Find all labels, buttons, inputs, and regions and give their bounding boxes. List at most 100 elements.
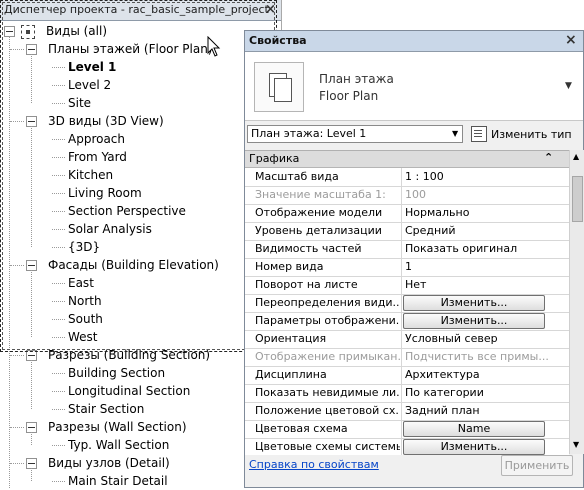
property-name: Уровень детализации (255, 224, 382, 237)
property-row[interactable]: Поворот на листе Нет (245, 276, 569, 295)
scrollbar-thumb[interactable] (572, 176, 583, 222)
property-value: 1 (405, 260, 412, 273)
property-row[interactable]: Цветовая схема Name (245, 420, 569, 439)
column-divider (401, 168, 402, 186)
property-name: Значение масштаба 1: (255, 188, 386, 201)
property-row[interactable]: Цветовые схемы системы Изменить... (245, 438, 569, 455)
tree-guide-line (31, 432, 32, 445)
property-row[interactable]: Уровень детализации Средний (245, 222, 569, 241)
property-name: Отображение модели (255, 206, 383, 219)
property-row[interactable]: Положение цветовой сх... Задний план (245, 402, 569, 421)
tree-node-label: Building Section (68, 366, 166, 380)
property-name: Отображение примыкан... (255, 350, 400, 363)
property-edit-button[interactable]: Изменить... (403, 313, 545, 329)
dropdown-arrow-icon[interactable]: ▼ (565, 81, 572, 91)
property-name: Переопределения види... (255, 296, 400, 309)
column-divider (401, 186, 402, 204)
tree-node-label: Main Stair Detail (68, 474, 168, 488)
tree-connector (52, 391, 65, 392)
floor-plan-icon (254, 62, 304, 112)
close-icon[interactable]: × (565, 32, 577, 48)
tree-connector (52, 481, 65, 482)
property-name: Ориентация (255, 332, 327, 345)
property-row[interactable]: Масштаб вида 1 : 100 (245, 168, 569, 187)
property-row[interactable]: Переопределения види... Изменить... (245, 294, 569, 313)
property-name: Показать невидимые ли... (255, 386, 400, 399)
tree-connector (10, 463, 24, 464)
tree-leaf-view[interactable]: Building Section (0, 364, 281, 382)
tree-guide-line (31, 360, 32, 409)
property-value: Нормально (405, 206, 470, 219)
tree-leaf-view[interactable]: Typ. Wall Section (0, 436, 281, 454)
property-value: Показать оригинал (405, 242, 518, 255)
property-row[interactable]: Ориентация Условный север (245, 330, 569, 349)
property-row[interactable]: Параметры отображени... Изменить... (245, 312, 569, 331)
column-divider (401, 348, 402, 366)
tree-node-label: Longitudinal Section (68, 384, 191, 398)
column-divider (401, 330, 402, 348)
type-selector[interactable]: План этажа Floor Plan ▼ (245, 52, 583, 121)
type-family-name: План этажа (319, 72, 394, 86)
property-row[interactable]: Дисциплина Архитектура (245, 366, 569, 385)
properties-title: Свойства (249, 34, 307, 47)
tree-node-label: Typ. Wall Section (68, 438, 170, 452)
scroll-down-icon[interactable]: ▼ (573, 440, 579, 449)
column-divider (401, 402, 402, 420)
property-row[interactable]: Видимость частей Показать оригинал (245, 240, 569, 259)
tree-connector (52, 409, 65, 410)
tree-leaf-view[interactable]: Stair Section (0, 400, 281, 418)
mouse-cursor-icon (207, 36, 221, 57)
tree-leaf-view[interactable]: Main Stair Detail (0, 472, 281, 490)
property-row[interactable]: Отображение модели Нормально (245, 204, 569, 223)
tree-connector (10, 427, 24, 428)
properties-titlebar[interactable]: Свойства × (245, 31, 583, 52)
column-divider (401, 258, 402, 276)
column-divider (401, 294, 402, 312)
property-row[interactable]: Значение масштаба 1: 100 (245, 186, 569, 205)
property-name: Номер вида (255, 260, 324, 273)
property-name: Цветовые схемы системы (255, 440, 400, 453)
tree-node-label: Виды узлов (Detail) (48, 456, 170, 470)
column-divider (401, 276, 402, 294)
property-name: Цветовая схема (255, 422, 348, 435)
drag-outline-inner (2, 2, 275, 350)
instance-filter-dropdown[interactable]: План этажа: Level 1 ▼ (247, 125, 463, 143)
tree-group-node[interactable]: Виды узлов (Detail) (0, 454, 281, 472)
tree-node-label: Stair Section (68, 402, 145, 416)
column-divider (401, 366, 402, 384)
tree-connector (10, 355, 24, 356)
category-label: Графика (249, 152, 300, 165)
chevron-down-icon: ▼ (452, 129, 459, 138)
property-name: Видимость частей (255, 242, 362, 255)
collapse-icon[interactable]: ⌃ (544, 151, 553, 164)
instance-filter-row: План этажа: Level 1 ▼ Изменить тип (245, 121, 583, 149)
scroll-up-icon[interactable]: ▲ (573, 152, 579, 161)
tree-connector (52, 445, 65, 446)
property-name: Параметры отображени... (255, 314, 400, 327)
edit-type-button[interactable]: Изменить тип (491, 128, 572, 141)
property-row[interactable]: Отображение примыкан... Подчистить все пр… (245, 348, 569, 367)
tree-node-label: Разрезы (Wall Section) (48, 420, 187, 434)
edit-type-icon[interactable] (471, 126, 487, 142)
properties-help-link[interactable]: Справка по свойствам (249, 458, 379, 471)
properties-scrollbar[interactable]: ▲ ▼ (569, 150, 584, 454)
type-name: Floor Plan (319, 89, 379, 103)
column-divider (401, 384, 402, 402)
property-name: Положение цветовой сх... (255, 404, 400, 417)
property-value: Нет (405, 278, 427, 291)
property-value: По категории (405, 386, 484, 399)
property-edit-button[interactable]: Изменить... (403, 439, 545, 455)
properties-grid: Графика ⌃ Масштаб вида 1 : 100 Значение ма… (245, 150, 569, 455)
property-edit-button[interactable]: Изменить... (403, 295, 545, 311)
property-value: Условный север (405, 332, 498, 345)
column-divider (401, 222, 402, 240)
property-name: Масштаб вида (255, 170, 339, 183)
category-header-graphics[interactable]: Графика ⌃ (245, 151, 569, 168)
instance-filter-value: План этажа: Level 1 (251, 127, 367, 140)
tree-leaf-view[interactable]: Longitudinal Section (0, 382, 281, 400)
property-edit-button[interactable]: Name (403, 421, 545, 437)
property-row[interactable]: Показать невидимые ли... По категории (245, 384, 569, 403)
tree-group-node[interactable]: Разрезы (Wall Section) (0, 418, 281, 436)
apply-button[interactable]: Применить (501, 455, 573, 476)
property-row[interactable]: Номер вида 1 (245, 258, 569, 277)
